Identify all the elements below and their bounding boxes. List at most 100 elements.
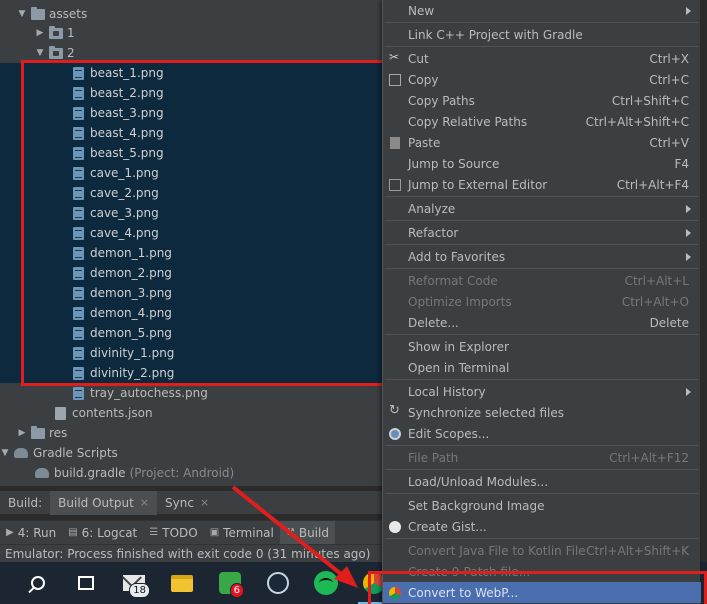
menu-item-local-history[interactable]: Local History bbox=[383, 381, 701, 402]
taskbar-mail[interactable]: 18 bbox=[110, 562, 158, 604]
tree-file-row[interactable]: beast_2.png bbox=[0, 83, 385, 103]
collapse-arrow-icon[interactable]: ▶ bbox=[17, 428, 27, 438]
taskbar-spotify[interactable] bbox=[302, 562, 350, 604]
menu-item-copy-paths[interactable]: Copy Paths Ctrl+Shift+C bbox=[383, 90, 701, 111]
tab-label: Sync bbox=[165, 495, 194, 510]
menu-item-paste[interactable]: Paste Ctrl+V bbox=[383, 132, 701, 153]
menu-shortcut: F4 bbox=[674, 156, 689, 171]
file-label: demon_5.png bbox=[90, 326, 172, 340]
todo-icon: ☰ bbox=[149, 527, 159, 538]
menu-item-copy[interactable]: Copy Ctrl+C bbox=[383, 69, 701, 90]
tool-run[interactable]: ▶ 4: Run bbox=[0, 521, 62, 545]
editor-edge bbox=[700, 0, 707, 486]
menu-item-reformat-code: Reformat Code Ctrl+Alt+L bbox=[383, 270, 701, 291]
file-label: cave_3.png bbox=[90, 206, 159, 220]
image-file-icon bbox=[73, 326, 84, 340]
tool-logcat[interactable]: ▤ 6: Logcat bbox=[62, 521, 143, 545]
tool-todo[interactable]: ☰ TODO bbox=[143, 521, 203, 545]
menu-label: Copy bbox=[408, 72, 439, 87]
cut-icon bbox=[389, 50, 401, 65]
menu-item-delete[interactable]: Delete... Delete bbox=[383, 312, 701, 333]
menu-label: Create 9-Patch file... bbox=[408, 564, 531, 579]
file-label: tray_autochess.png bbox=[90, 386, 208, 400]
taskbar-explorer[interactable] bbox=[158, 562, 206, 604]
file-label: beast_2.png bbox=[90, 86, 164, 100]
menu-item-jump-to-external-editor[interactable]: Jump to External Editor Ctrl+Alt+F4 bbox=[383, 174, 701, 195]
menu-item-jump-to-source[interactable]: Jump to Source F4 bbox=[383, 153, 701, 174]
tree-file-row[interactable]: cave_1.png bbox=[0, 163, 385, 183]
tree-file-row[interactable]: demon_2.png bbox=[0, 263, 385, 283]
tree-file-row[interactable]: demon_3.png bbox=[0, 283, 385, 303]
menu-label: Load/Unload Modules... bbox=[408, 474, 549, 489]
menu-item-copy-relative-paths[interactable]: Copy Relative Paths Ctrl+Alt+Shift+C bbox=[383, 111, 701, 132]
submenu-arrow-icon bbox=[686, 228, 691, 237]
menu-item-refactor[interactable]: Refactor bbox=[383, 222, 701, 243]
tool-build[interactable]: ⚒ Build bbox=[279, 520, 335, 545]
steam-icon bbox=[267, 572, 289, 594]
menu-shortcut: Ctrl+C bbox=[649, 72, 689, 87]
menu-item-synchronize[interactable]: Synchronize selected files bbox=[383, 402, 701, 423]
taskbar-steam[interactable] bbox=[254, 562, 302, 604]
build-tab-bar: Build: Build Output × Sync × bbox=[0, 490, 382, 515]
menu-item-open-in-terminal[interactable]: Open in Terminal bbox=[383, 357, 701, 378]
menu-separator bbox=[385, 46, 699, 47]
menu-separator bbox=[385, 196, 699, 197]
close-icon[interactable]: × bbox=[140, 496, 149, 509]
tree-file-row[interactable]: divinity_2.png bbox=[0, 363, 385, 383]
collapse-arrow-icon[interactable]: ▶ bbox=[35, 28, 45, 38]
image-file-icon bbox=[73, 86, 84, 100]
json-file-icon bbox=[55, 406, 66, 420]
menu-item-new[interactable]: New bbox=[383, 0, 701, 21]
file-label: beast_4.png bbox=[90, 126, 164, 140]
tree-file-row[interactable]: beast_3.png bbox=[0, 103, 385, 123]
menu-item-show-in-explorer[interactable]: Show in Explorer bbox=[383, 336, 701, 357]
submenu-arrow-icon bbox=[686, 204, 691, 213]
scope-icon bbox=[389, 427, 401, 440]
menu-label: File Path bbox=[408, 450, 459, 465]
menu-item-add-to-favorites[interactable]: Add to Favorites bbox=[383, 246, 701, 267]
tree-file-row[interactable]: beast_4.png bbox=[0, 123, 385, 143]
tab-build-output[interactable]: Build Output × bbox=[50, 490, 158, 515]
tree-file-row[interactable]: demon_4.png bbox=[0, 303, 385, 323]
menu-separator bbox=[385, 334, 699, 335]
menu-separator bbox=[385, 379, 699, 380]
image-file-icon bbox=[73, 266, 84, 280]
menu-item-edit-scopes[interactable]: Edit Scopes... bbox=[383, 423, 701, 444]
menu-item-set-background-image[interactable]: Set Background Image bbox=[383, 495, 701, 516]
tree-file-row[interactable]: cave_3.png bbox=[0, 203, 385, 223]
file-label: cave_4.png bbox=[90, 226, 159, 240]
menu-item-convert-to-kotlin: Convert Java File to Kotlin File Ctrl+Alt… bbox=[383, 540, 701, 561]
status-text: Emulator: Process finished with exit cod… bbox=[5, 546, 371, 561]
menu-item-create-gist[interactable]: Create Gist... bbox=[383, 516, 701, 537]
tool-terminal[interactable]: ▣ Terminal bbox=[204, 521, 280, 545]
tree-file-row[interactable]: demon_5.png bbox=[0, 323, 385, 343]
menu-label: Jump to External Editor bbox=[408, 177, 548, 192]
status-bar: Emulator: Process finished with exit cod… bbox=[0, 544, 382, 562]
tree-file-row[interactable]: divinity_1.png bbox=[0, 343, 385, 363]
menu-label: Set Background Image bbox=[408, 498, 545, 513]
menu-separator bbox=[385, 22, 699, 23]
close-icon[interactable]: × bbox=[200, 496, 209, 509]
tree-file-row[interactable]: cave_4.png bbox=[0, 223, 385, 243]
taskbar-search[interactable] bbox=[14, 562, 62, 604]
menu-item-analyze[interactable]: Analyze bbox=[383, 198, 701, 219]
menu-item-cut[interactable]: Cut Ctrl+X bbox=[383, 48, 701, 69]
tree-file-row[interactable]: beast_1.png bbox=[0, 63, 385, 83]
expand-arrow-icon[interactable]: ▼ bbox=[0, 448, 10, 458]
expand-arrow-icon[interactable]: ▼ bbox=[35, 48, 45, 58]
taskbar-green-app[interactable]: 6 bbox=[206, 562, 254, 604]
tree-file-row[interactable]: cave_2.png bbox=[0, 183, 385, 203]
menu-item-load-unload-modules[interactable]: Load/Unload Modules... bbox=[383, 471, 701, 492]
terminal-icon: ▣ bbox=[209, 527, 220, 538]
menu-label: Convert to WebP... bbox=[408, 585, 519, 600]
menu-separator bbox=[385, 538, 699, 539]
menu-item-convert-to-webp[interactable]: Convert to WebP... bbox=[383, 582, 701, 603]
expand-arrow-icon[interactable]: ▼ bbox=[17, 9, 27, 19]
tree-file-row[interactable]: demon_1.png bbox=[0, 243, 385, 263]
tree-file-row[interactable]: beast_5.png bbox=[0, 143, 385, 163]
taskbar-taskview[interactable] bbox=[62, 562, 110, 604]
menu-item-link-cpp[interactable]: Link C++ Project with Gradle bbox=[383, 24, 701, 45]
menu-separator bbox=[385, 445, 699, 446]
build-label: Build: bbox=[0, 491, 50, 515]
tab-sync[interactable]: Sync × bbox=[157, 491, 217, 515]
